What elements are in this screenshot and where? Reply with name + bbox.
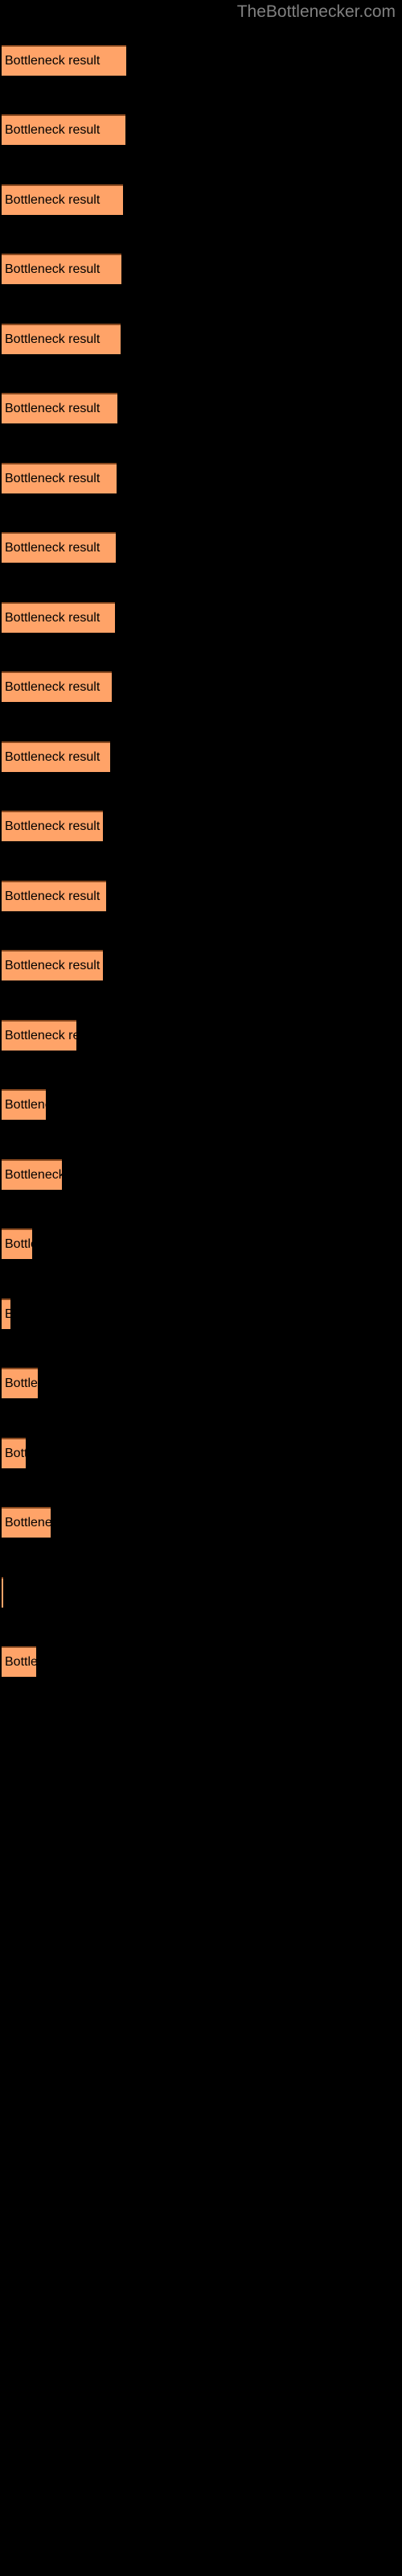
bar-row: Bottleneck result	[2, 671, 112, 702]
bar-row: Bottleneck result	[2, 532, 116, 563]
bar-row: Bottleneck result	[2, 1228, 32, 1259]
bottleneck-result-bar[interactable]: Bottleneck result	[2, 45, 126, 76]
bar-label: Bottleneck result	[5, 890, 100, 903]
bottleneck-result-bar[interactable]: Bottleneck result	[2, 463, 117, 493]
bottleneck-result-bar[interactable]: Bottleneck result	[2, 532, 116, 563]
bottleneck-result-bar[interactable]: Bottleneck result	[2, 1159, 62, 1190]
bottleneck-result-bar[interactable]: Bottleneck result	[2, 1020, 76, 1051]
bar-row: Bottleneck result	[2, 45, 126, 76]
bottleneck-result-bar[interactable]: Bottleneck result	[2, 393, 117, 423]
bottleneck-result-bar[interactable]: Bottleneck result	[2, 1438, 26, 1468]
bar-row: Bottleneck result	[2, 324, 121, 354]
bar-row: Bottleneck result	[2, 1159, 62, 1190]
bar-row: Bottleneck result	[2, 1507, 51, 1538]
bottleneck-result-bar[interactable]: Bottleneck result	[2, 741, 110, 772]
bar-label: Bottleneck result	[5, 193, 100, 207]
bar-label: Bottleneck result	[5, 959, 100, 972]
bottleneck-result-bar[interactable]: Bottleneck result	[2, 881, 106, 911]
bar-row: Bottleneck result	[2, 1646, 36, 1677]
bottleneck-result-bar[interactable]: Bottleneck result	[2, 950, 103, 980]
bottleneck-result-bar[interactable]: Bottleneck result	[2, 602, 115, 633]
bar-label: Bottleneck result	[5, 472, 100, 485]
bar-label: Bottleneck result	[5, 402, 100, 415]
bar-row: Bottleneck result	[2, 1089, 46, 1120]
bottleneck-result-bar[interactable]: Bottleneck result	[2, 1298, 10, 1329]
bottleneck-result-bar[interactable]: Bottleneck result	[2, 114, 125, 145]
bar-row: Bottleneck result	[2, 184, 123, 215]
bar-row: Bottleneck result	[2, 811, 103, 841]
page-root: TheBottlenecker.com Bottleneck result Bot…	[0, 0, 402, 2576]
bar-label: Bottleneck result	[5, 1447, 26, 1460]
bar-label: Bottleneck result	[5, 332, 100, 346]
bar-label: Bottleneck result	[5, 1516, 51, 1530]
bar-label: Bottleneck result	[5, 611, 100, 625]
bar-label: Bottleneck result	[5, 1098, 46, 1112]
bar-row: Bottleneck result	[2, 741, 110, 772]
bottleneck-result-bar[interactable]: Bottleneck result	[2, 1368, 38, 1398]
bar-label: Bottleneck result	[5, 750, 100, 764]
bottleneck-result-bar[interactable]: Bottleneck result	[2, 1646, 36, 1677]
bar-label: Bottleneck result	[5, 1237, 32, 1251]
bar-row: Bottleneck result	[2, 1438, 26, 1468]
bar-row: Bottleneck result	[2, 1020, 76, 1051]
bar-row: Bottleneck result	[2, 1577, 3, 1608]
bar-row: Bottleneck result	[2, 1368, 38, 1398]
bottleneck-result-bar[interactable]: Bottleneck result	[2, 324, 121, 354]
bar-label: Bottleneck result	[5, 1029, 76, 1042]
bar-label: Bottleneck result	[5, 1655, 36, 1669]
bottleneck-result-bar[interactable]: Bottleneck result	[2, 184, 123, 215]
bottleneck-result-bar[interactable]: Bottleneck result	[2, 1507, 51, 1538]
bar-row: Bottleneck result	[2, 950, 103, 980]
bar-label: Bottleneck result	[5, 54, 100, 68]
bar-row: Bottleneck result	[2, 463, 117, 493]
bar-label: Bottleneck result	[5, 123, 100, 137]
bar-label: Bottleneck result	[5, 262, 100, 276]
bottleneck-result-bar[interactable]: Bottleneck result	[2, 1577, 3, 1608]
bottleneck-result-bar[interactable]: Bottleneck result	[2, 1089, 46, 1120]
bottleneck-result-bar[interactable]: Bottleneck result	[2, 1228, 32, 1259]
bar-row: Bottleneck result	[2, 393, 117, 423]
bar-row: Bottleneck result	[2, 602, 115, 633]
bar-row: Bottleneck result	[2, 1298, 10, 1329]
bar-row: Bottleneck result	[2, 114, 125, 145]
bottleneck-result-bar[interactable]: Bottleneck result	[2, 671, 112, 702]
bar-label: Bottleneck result	[5, 680, 100, 694]
bar-row: Bottleneck result	[2, 881, 106, 911]
bar-label: Bottleneck result	[5, 819, 100, 833]
bar-label: Bottleneck result	[5, 1307, 10, 1322]
bar-row: Bottleneck result	[2, 254, 121, 284]
bottleneck-result-bar[interactable]: Bottleneck result	[2, 811, 103, 841]
bottleneck-result-bar[interactable]: Bottleneck result	[2, 254, 121, 284]
bottleneck-bar-chart: Bottleneck result Bottleneck result Bottle…	[0, 0, 402, 2576]
bar-label: Bottleneck result	[5, 1377, 38, 1390]
bar-label: Bottleneck result	[5, 1168, 62, 1182]
bar-label: Bottleneck result	[5, 541, 100, 555]
